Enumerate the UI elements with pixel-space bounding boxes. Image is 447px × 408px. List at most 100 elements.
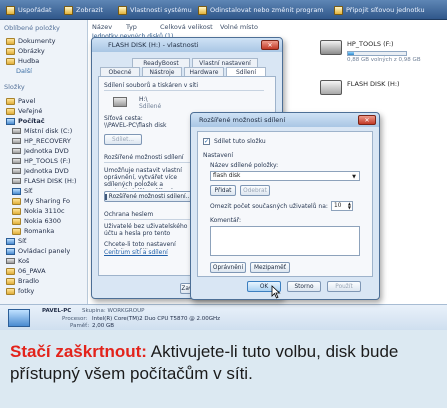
caption-lead: Stačí zaškrtnout: xyxy=(10,342,147,361)
tree-item[interactable]: HP_TOOLS (F:) xyxy=(12,156,71,166)
folder-icon xyxy=(6,267,15,275)
command-map-drive[interactable]: Připojit síťovou jednotku xyxy=(334,4,425,16)
tree-item[interactable]: Počítač xyxy=(6,116,45,126)
tree-label: Síť xyxy=(18,237,27,245)
tab-custom-settings[interactable]: Vlastní nastavení xyxy=(192,58,258,67)
uninstall-icon xyxy=(198,5,207,15)
password-link-description: Chcete-li toto nastavení změnit, použijt… xyxy=(104,241,176,249)
drive-item-hp-tools[interactable]: HP_TOOLS (F:) 0,88 GB volných z 0,98 GB xyxy=(320,40,421,65)
tree-item[interactable]: My Sharing Fo xyxy=(12,196,70,206)
tree-item[interactable]: 06_PAVA xyxy=(6,266,46,276)
command-map-drive-label: Připojit síťovou jednotku xyxy=(346,6,425,14)
share-status: Sdílené xyxy=(139,103,162,110)
advanced-sharing-button[interactable]: Rozšířené možnosti sdílení... xyxy=(104,191,192,202)
share-folder-checkbox[interactable]: ✓ xyxy=(203,138,210,145)
close-icon[interactable]: ✕ xyxy=(261,40,279,50)
command-organize[interactable]: Uspořádat xyxy=(6,4,52,16)
tree-item[interactable]: Veřejné xyxy=(6,106,42,116)
tree-item[interactable]: Bradlo xyxy=(6,276,39,286)
tree-label: Nokia 6300 xyxy=(24,217,62,225)
tab-general[interactable]: Obecné xyxy=(100,67,140,76)
explorer-command-bar: Uspořádat Zobrazit Vlastnosti systému Od… xyxy=(0,0,447,20)
chevron-down-icon: ▼ xyxy=(352,174,356,180)
tab-sharing[interactable]: Sdílení xyxy=(226,67,266,76)
column-header-free-space[interactable]: Volné místo xyxy=(220,23,258,31)
tree-item[interactable]: Jednotka DVD xyxy=(12,166,69,176)
tree-item[interactable]: Místní disk (C:) xyxy=(12,126,72,136)
cancel-button[interactable]: Storno xyxy=(287,281,321,292)
nav-favorite-pictures[interactable]: Obrázky xyxy=(6,46,45,56)
advanced-sharing-titlebar[interactable]: Rozšířené možnosti sdílení xyxy=(191,113,379,127)
network-icon xyxy=(12,187,21,195)
tree-label: Ovládací panely xyxy=(18,247,71,255)
comment-textarea[interactable] xyxy=(210,226,360,256)
user-limit-spinner[interactable]: 10 ▲ ▼ xyxy=(331,201,353,211)
tree-item[interactable]: Síť xyxy=(6,236,26,246)
tree-item[interactable]: Jednotka DVD xyxy=(12,146,69,156)
drive-capacity-fill xyxy=(348,52,354,55)
system-properties-icon xyxy=(118,5,127,15)
tree-item[interactable]: Síť xyxy=(12,186,32,196)
mouse-pointer-icon xyxy=(271,285,281,299)
tree-label: Jednotka DVD xyxy=(24,147,69,155)
tab-hardware[interactable]: Hardware xyxy=(184,67,224,76)
network-path-value: \\PAVEL-PC\flash disk xyxy=(104,122,167,129)
nav-label: Obrázky xyxy=(18,47,45,55)
tree-item[interactable]: HP_RECOVERY xyxy=(12,136,71,146)
tree-label: HP_RECOVERY xyxy=(24,137,71,145)
tree-label: HP_TOOLS (F:) xyxy=(24,157,71,165)
tree-label: Bradlo xyxy=(18,277,40,285)
tree-item[interactable]: Pavel xyxy=(6,96,35,106)
tree-item[interactable]: Koš xyxy=(6,256,29,266)
share-name-select[interactable]: flash disk ▼ xyxy=(210,171,360,181)
tree-label: FLASH DISK (H:) xyxy=(24,177,77,185)
command-views[interactable]: Zobrazit xyxy=(64,4,103,16)
advanced-sharing-description: Umožňuje nastavit vlastní oprávnění, vyt… xyxy=(104,167,182,189)
tree-item[interactable]: Nokia 6300 xyxy=(12,216,61,226)
command-uninstall-label: Odinstalovat nebo změnit program xyxy=(210,6,324,14)
close-icon[interactable]: ✕ xyxy=(358,115,376,125)
caching-button[interactable]: Mezipaměť xyxy=(250,262,290,273)
nav-favorite-documents[interactable]: Dokumenty xyxy=(6,36,56,46)
tree-item[interactable]: FLASH DISK (H:) xyxy=(12,176,77,186)
drive-item-flash-disk[interactable]: FLASH DISK (H:) xyxy=(320,80,400,95)
tree-item[interactable]: Ovládací panely xyxy=(6,246,70,256)
share-button[interactable]: Sdílet... xyxy=(104,134,142,145)
tab-readyboost[interactable]: ReadyBoost xyxy=(132,58,190,67)
share-folder-checkbox-label: Sdílet tuto složku xyxy=(214,138,266,145)
advanced-sharing-button-label: Rozšířené možnosti sdílení... xyxy=(108,193,192,200)
folder-icon xyxy=(6,277,15,285)
command-uninstall[interactable]: Odinstalovat nebo změnit program xyxy=(198,4,324,16)
column-header-name[interactable]: Název xyxy=(92,23,112,31)
command-system-properties[interactable]: Vlastnosti systému xyxy=(118,4,192,16)
network-center-link[interactable]: Centrum sítí a sdílení xyxy=(104,249,168,256)
column-header-type[interactable]: Typ xyxy=(126,23,137,31)
drive-icon xyxy=(12,158,21,164)
tree-item[interactable]: Nokia 3110c xyxy=(12,206,65,216)
tree-label: 06_PAVA xyxy=(18,267,46,275)
advanced-sharing-panel: ✓ Sdílet tuto složku Nastavení Název sdí… xyxy=(197,131,373,277)
share-name: H:\ xyxy=(139,96,148,103)
computer-icon xyxy=(6,117,15,125)
properties-dialog-titlebar[interactable]: FLASH DISK (H:) - vlastnosti xyxy=(92,38,282,52)
section-advanced-sharing-title: Rozšířené možnosti sdílení xyxy=(104,154,184,161)
permissions-button[interactable]: Oprávnění xyxy=(210,262,246,273)
tree-label: Počítač xyxy=(18,117,45,125)
pictures-icon xyxy=(6,47,15,55)
remove-share-button[interactable]: Odebrat xyxy=(240,185,270,196)
tree-label: Veřejné xyxy=(18,107,43,115)
nav-favorite-more[interactable]: Další xyxy=(16,66,32,76)
section-password-title: Ochrana heslem xyxy=(104,211,154,218)
drive-name: HP_TOOLS (F:) xyxy=(347,40,394,48)
drive-name: FLASH DISK (H:) xyxy=(347,80,400,88)
tree-item[interactable]: fotky xyxy=(6,286,34,296)
nav-favorite-music[interactable]: Hudba xyxy=(6,56,39,66)
tree-item[interactable]: Romanka xyxy=(12,226,54,236)
apply-button[interactable]: Použít xyxy=(327,281,361,292)
add-share-button[interactable]: Přidat xyxy=(210,185,236,196)
processor-value: Intel(R) Core(TM)2 Duo CPU T5870 @ 2.00G… xyxy=(92,316,221,322)
user-limit-value: 10 xyxy=(334,203,342,209)
column-header-total-size[interactable]: Celková velikost xyxy=(160,23,213,31)
details-pane: PAVEL-PC Skupina: WORKGROUP Procesor: In… xyxy=(0,304,447,330)
tab-tools[interactable]: Nástroje xyxy=(142,67,182,76)
